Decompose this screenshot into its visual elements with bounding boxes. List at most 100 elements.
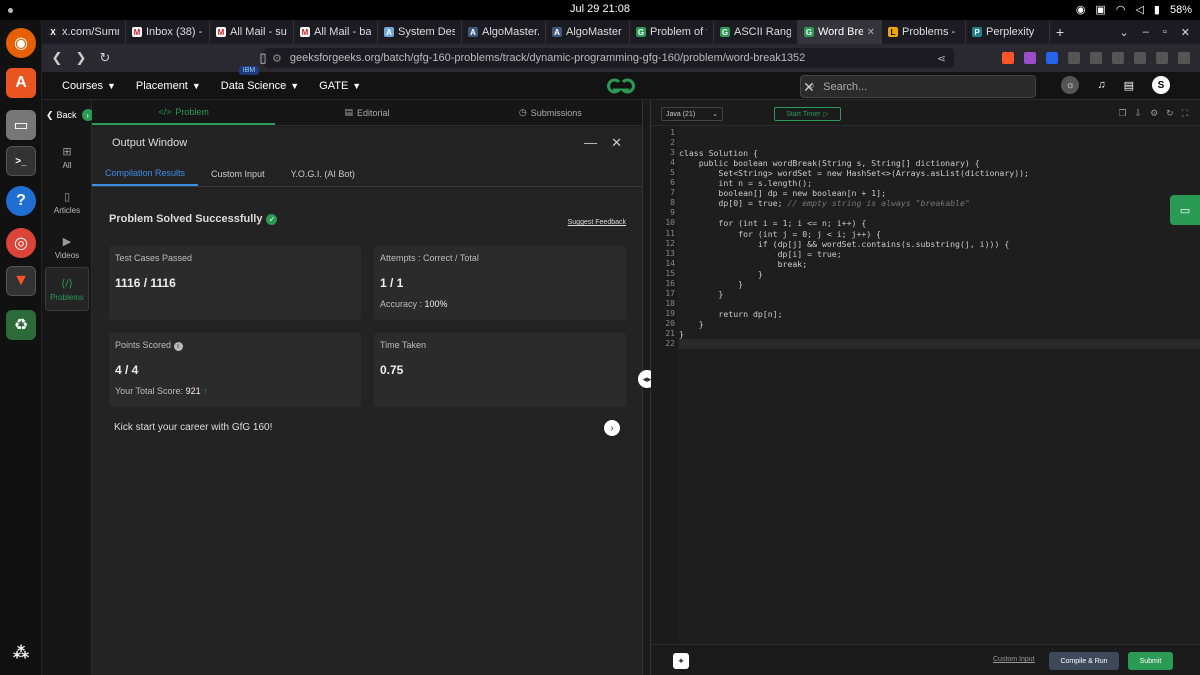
browser-tab[interactable]: A System Desig — [378, 20, 462, 44]
browser-tab[interactable]: G ASCII Range S — [714, 20, 798, 44]
tab-favicon: X — [48, 27, 58, 37]
extensions-puzzle-icon[interactable] — [1156, 52, 1168, 64]
extensions-area — [1002, 52, 1200, 64]
nav-courses[interactable]: Courses ▼ — [62, 80, 116, 92]
new-tab-button[interactable]: + — [1050, 24, 1070, 40]
lightbulb-icon[interactable]: ✦ — [673, 653, 689, 669]
browser-tab-active[interactable]: G Word Bre ✕ — [798, 20, 882, 44]
terminal-icon[interactable]: >_ — [6, 146, 36, 176]
browser-tab[interactable]: L Problems - Le — [882, 20, 966, 44]
tab-list-icon[interactable]: ⌄ — [1120, 26, 1129, 39]
theme-toggle-icon[interactable]: ☼ — [1061, 76, 1080, 94]
bitwarden-icon[interactable] — [1046, 52, 1058, 64]
close-window-icon[interactable]: ✕ — [1181, 26, 1190, 39]
tab-custom-input[interactable]: Custom Input — [198, 161, 278, 186]
system-tray[interactable]: ◉ ▣ ◠ ◁ ▮ 58% — [1076, 3, 1192, 17]
download-icon[interactable]: ⇩ — [1135, 108, 1143, 119]
output-window: Output Window — ✕ Compilation Results Cu… — [92, 127, 642, 675]
submit-button[interactable]: Submit — [1128, 652, 1173, 670]
chat-icon[interactable]: ▭ — [1170, 195, 1200, 225]
reset-icon[interactable]: ↻ — [1166, 108, 1174, 119]
app-center-icon[interactable]: A — [6, 68, 36, 98]
rail-item-problems[interactable]: ⟨/⟩ Problems — [45, 267, 89, 311]
forward-arrow-icon[interactable]: ❯ — [72, 50, 90, 66]
tab-submissions[interactable]: ◷ Submissions — [459, 100, 642, 125]
settings-icon[interactable]: ⚙ — [1150, 108, 1158, 119]
rail-item-videos[interactable]: ▶ Videos — [45, 225, 89, 269]
nav-placement[interactable]: Placement ▼ — [136, 80, 201, 92]
browser-tab[interactable]: A AlgoMaster N — [546, 20, 630, 44]
back-arrow-icon[interactable]: ❮ — [48, 50, 66, 66]
line-number: 10 — [665, 218, 675, 228]
suggest-feedback-link[interactable]: Suggest Feedback — [568, 219, 626, 226]
output-window-title: Output Window — [112, 137, 188, 149]
fullscreen-icon[interactable]: ⛶ — [1182, 108, 1188, 119]
brave-shields-icon[interactable] — [1002, 52, 1014, 64]
tab-editorial[interactable]: ▤ Editorial — [275, 100, 458, 125]
browser-tab[interactable]: P Perplexity — [966, 20, 1050, 44]
sidebar-icon[interactable] — [1112, 52, 1124, 64]
document-icon: ▤ — [344, 107, 353, 117]
copy-icon[interactable]: ❐ — [1118, 108, 1126, 119]
language-select[interactable]: Java (21) ⌄ — [661, 107, 723, 121]
url-field[interactable]: ⚙ geeksforgeeks.org/batch/gfg-160-proble… — [264, 48, 954, 68]
system-clock[interactable]: Jul 29 21:08 — [0, 3, 1200, 15]
line-number: 2 — [670, 138, 675, 148]
back-label: Back — [56, 110, 77, 120]
reload-icon[interactable]: ↻ — [96, 50, 114, 66]
clear-search-icon[interactable]: ✕ — [803, 80, 815, 94]
notifications-bell-icon[interactable]: ♫ — [1097, 79, 1105, 91]
minimize-icon[interactable]: — — [584, 135, 597, 151]
brave-rewards-icon[interactable] — [1024, 52, 1036, 64]
files-icon[interactable]: ▭ — [6, 110, 36, 140]
firefox-icon[interactable]: ◉ — [6, 28, 36, 58]
gfg-logo[interactable] — [602, 76, 640, 96]
line-number: 7 — [670, 188, 675, 198]
tab-compilation-results[interactable]: Compilation Results — [92, 161, 199, 186]
menu-icon[interactable] — [1178, 52, 1190, 64]
back-button[interactable]: ❮ Back › — [46, 109, 94, 121]
share-icon[interactable]: ⋖ — [937, 52, 946, 65]
close-tab-icon[interactable]: ✕ — [867, 27, 875, 38]
wallet-icon[interactable] — [1134, 52, 1146, 64]
translate-icon[interactable]: ▤ — [1124, 79, 1134, 92]
rail-item-articles[interactable]: ▯ Articles — [45, 180, 89, 224]
arrow-up-icon: ↑ — [203, 386, 208, 396]
screenshot-icon[interactable] — [1090, 52, 1102, 64]
code-editor[interactable]: class Solution { public boolean wordBrea… — [677, 126, 1200, 644]
editor-footer: ✦ Custom Input Compile & Run Submit — [651, 644, 1200, 675]
nav-data-science[interactable]: IBM Data Science ▼ — [221, 65, 299, 92]
translate-tray-icon[interactable]: ▣ — [1095, 3, 1105, 16]
browser-tab[interactable]: M Inbox (38) - b — [126, 20, 210, 44]
bookmark-icon[interactable]: ▯ — [254, 50, 272, 66]
chrome-tray-icon[interactable]: ◉ — [1076, 3, 1086, 16]
search-input[interactable]: ⌕ Search... ✕ — [800, 75, 1036, 98]
maximize-icon[interactable]: ▫ — [1163, 26, 1167, 39]
line-number: 14 — [665, 258, 675, 268]
panel-divider[interactable]: ◂▸ — [638, 100, 656, 675]
chrome-icon[interactable]: ◎ — [6, 228, 36, 258]
rail-item-all[interactable]: ⊞ All — [45, 135, 89, 179]
browser-tab[interactable]: Xx.com/Summ — [42, 20, 126, 44]
avatar[interactable]: S — [1152, 76, 1170, 94]
nav-gate[interactable]: GATE ▼ — [319, 80, 361, 92]
custom-input-link[interactable]: Custom Input — [993, 656, 1035, 663]
kickstart-arrow-button[interactable]: › — [604, 420, 620, 436]
minimize-icon[interactable]: – — [1143, 26, 1149, 39]
trash-icon[interactable]: ♻ — [6, 310, 36, 340]
compile-run-button[interactable]: Compile & Run — [1049, 652, 1119, 670]
start-timer-button[interactable]: Start Timer ▷ — [774, 107, 841, 121]
browser-tab[interactable]: G Problem of th — [630, 20, 714, 44]
tab-yogi-bot[interactable]: Y.O.G.I. (AI Bot) — [278, 161, 368, 186]
browser-tab[interactable]: M All Mail - banc — [294, 20, 378, 44]
tab-problem[interactable]: </> Problem — [92, 100, 276, 125]
help-icon[interactable]: ? — [6, 186, 36, 216]
close-icon[interactable]: ✕ — [611, 135, 622, 151]
info-icon[interactable]: i — [173, 342, 183, 351]
browser-tab[interactable]: A AlgoMaster.io — [462, 20, 546, 44]
site-info-icon[interactable]: ⚙ — [272, 52, 282, 65]
extension-icon[interactable] — [1068, 52, 1080, 64]
browser-tab[interactable]: M All Mail - sum — [210, 20, 294, 44]
show-apps-icon[interactable]: ⁂ — [6, 638, 36, 668]
brave-icon[interactable]: ▼ — [6, 266, 36, 296]
